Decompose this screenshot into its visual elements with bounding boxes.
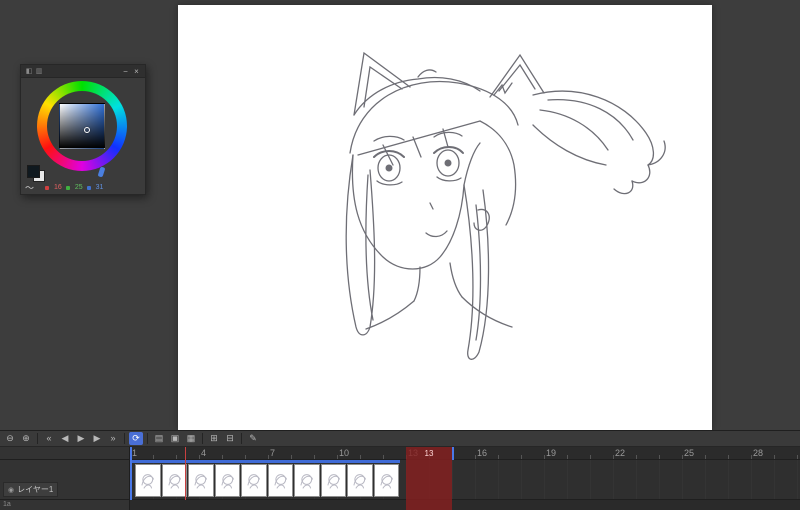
frame-number: 4: [201, 448, 207, 458]
main-color-swatch[interactable]: [27, 165, 40, 178]
cel-thumbnail[interactable]: [294, 464, 320, 497]
panel-menu-icon[interactable]: ▥: [34, 67, 44, 75]
frame-number: 28: [753, 448, 764, 458]
frame-number: 1: [132, 448, 138, 458]
toolbar-separator: [147, 433, 148, 444]
ruler-header: [0, 447, 130, 459]
toolbar-separator: [202, 433, 203, 444]
drawing-canvas[interactable]: [178, 5, 712, 430]
zoom-in-button[interactable]: ⊕: [19, 432, 33, 445]
cel-thumbnail[interactable]: [135, 464, 161, 497]
timeline-toolbar: ⊖ ⊕ «◀ ▶ ▶» ⟳ ▤ ▣ ▦ ⊞ ⊟ ✎: [0, 431, 800, 447]
toolbar-separator: [37, 433, 38, 444]
frame-number: 13: [408, 448, 419, 458]
frame-ruler-numbers[interactable]: 1 4 7 10 13 16 19 22 25 28: [130, 447, 800, 459]
play-button[interactable]: ▶: [74, 432, 88, 445]
frame-number: 22: [615, 448, 626, 458]
frame-number: 16: [477, 448, 488, 458]
track2-header[interactable]: 1a: [0, 500, 130, 510]
secondary-track: 1a: [0, 500, 800, 510]
blue-dot-icon: [86, 185, 91, 190]
layer-name: レイヤー1: [17, 485, 54, 494]
cel-strip: [135, 464, 399, 497]
red-value: 16: [54, 184, 62, 191]
delete-cel-button[interactable]: ⊟: [223, 432, 237, 445]
toolbar-separator: [241, 433, 242, 444]
hue-marker[interactable]: [97, 166, 106, 178]
cel-thumbnail[interactable]: [161, 464, 187, 497]
edit-timeline-button[interactable]: ✎: [246, 432, 260, 445]
first-frame-button[interactable]: «: [42, 432, 56, 445]
saturation-value-square[interactable]: [59, 103, 105, 149]
rgb-readout: 16 25 31: [45, 184, 103, 191]
next-frame-button[interactable]: ▶: [90, 432, 104, 445]
prev-frame-button[interactable]: ◀: [58, 432, 72, 445]
zoom-out-button[interactable]: ⊖: [3, 432, 17, 445]
new-cel-button[interactable]: ⊞: [207, 432, 221, 445]
visibility-eye-icon[interactable]: ◉: [8, 486, 14, 494]
color-mixer-icon[interactable]: 〜: [25, 183, 34, 193]
cel-thumbnail[interactable]: [373, 464, 399, 497]
blue-value: 31: [95, 184, 104, 191]
frame-number: 10: [339, 448, 350, 458]
cel-thumbnail[interactable]: [347, 464, 373, 497]
color-wheel-panel: ◧ ▥ − × 〜 16 25 31: [20, 64, 146, 195]
timeline-panel: ⊖ ⊕ «◀ ▶ ▶» ⟳ ▤ ▣ ▦ ⊞ ⊟ ✎ 1 4 7 10 13 16 19 22 25 28 ◉ レイヤー1…: [0, 430, 800, 510]
layer-item[interactable]: ◉ レイヤー1: [3, 482, 59, 497]
green-value: 25: [74, 184, 83, 191]
animation-track: ◉ レイヤー1: [0, 460, 800, 500]
track-frames-area[interactable]: [130, 460, 800, 499]
frame-ruler[interactable]: 1 4 7 10 13 16 19 22 25 28: [0, 447, 800, 460]
onion-skin-button[interactable]: ▤: [152, 432, 166, 445]
cel-thumbnail[interactable]: [241, 464, 267, 497]
frame-number: 19: [546, 448, 557, 458]
panel-tab-icon[interactable]: ◧: [24, 67, 34, 75]
close-icon[interactable]: ×: [131, 67, 142, 76]
track2-label: 1a: [3, 501, 11, 508]
track-header[interactable]: ◉ レイヤー1: [0, 460, 130, 499]
loop-playback-button[interactable]: ⟳: [129, 432, 143, 445]
cel-thumbnail[interactable]: [320, 464, 346, 497]
minimize-icon[interactable]: −: [120, 67, 131, 76]
cel-thumbnail[interactable]: [214, 464, 240, 497]
cel-thumbnail[interactable]: [267, 464, 293, 497]
clip-duration-bar[interactable]: [130, 460, 400, 463]
color-panel-titlebar: ◧ ▥ − ×: [21, 65, 145, 78]
last-frame-button[interactable]: »: [106, 432, 120, 445]
green-dot-icon: [65, 185, 70, 190]
light-table-button[interactable]: ▦: [184, 432, 198, 445]
frame-number: 25: [684, 448, 695, 458]
color-panel-footer: 〜 16 25 31: [25, 181, 142, 194]
character-sketch: [345, 51, 666, 360]
cel-thumbnail[interactable]: [188, 464, 214, 497]
frame-number: 7: [270, 448, 276, 458]
red-dot-icon: [45, 185, 50, 190]
toolbar-separator: [124, 433, 125, 444]
enable-cel-button[interactable]: ▣: [168, 432, 182, 445]
app-window: ◧ ▥ − × 〜 16 25 31 ⊖ ⊕ «◀ ▶ ▶» ⟳ ▤ ▣ ▦ ⊞ ⊟ ✎: [0, 0, 800, 510]
color-cursor[interactable]: [84, 126, 91, 133]
